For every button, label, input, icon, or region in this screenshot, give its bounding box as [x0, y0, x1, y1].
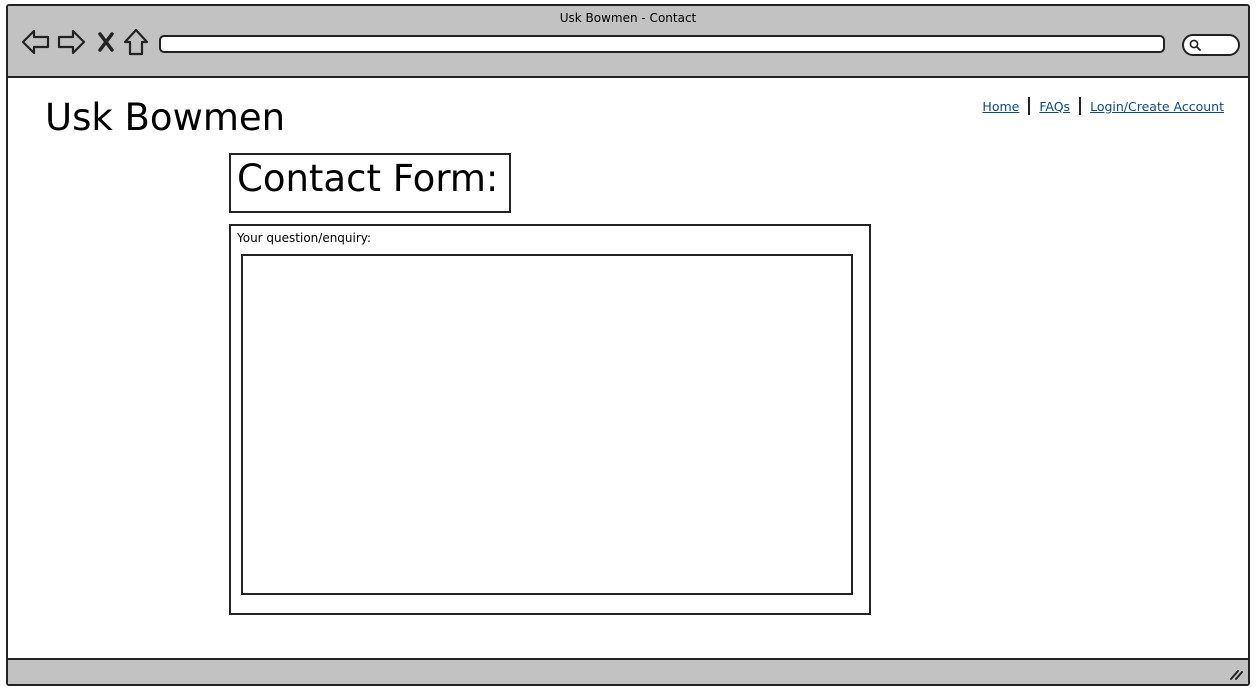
- window-title: Usk Bowmen - Contact: [559, 11, 697, 25]
- question-label: Your question/enquiry:: [237, 231, 372, 245]
- site-title: Usk Bowmen: [45, 96, 286, 139]
- stop-icon[interactable]: [90, 26, 122, 58]
- nav-link-home[interactable]: Home: [982, 99, 1019, 114]
- contact-form-panel: Your question/enquiry:: [229, 224, 871, 615]
- question-textarea[interactable]: [241, 254, 853, 595]
- nav-separator: [1079, 97, 1082, 115]
- search-icon: [1189, 39, 1201, 51]
- resize-grip-icon[interactable]: [1228, 667, 1244, 681]
- browser-statusbar: [8, 658, 1248, 684]
- address-bar[interactable]: [159, 35, 1165, 53]
- browser-window: Usk Bowmen - Contact Usk Bowmen Home FAQ…: [6, 4, 1250, 686]
- nav-separator: [1028, 97, 1031, 115]
- top-navigation: Home FAQs Login/Create Account: [982, 97, 1224, 115]
- nav-link-login[interactable]: Login/Create Account: [1090, 99, 1224, 114]
- nav-link-faqs[interactable]: FAQs: [1039, 99, 1070, 114]
- search-field[interactable]: [1182, 34, 1240, 56]
- contact-heading-box: Contact Form:: [229, 153, 511, 213]
- forward-arrow-icon[interactable]: [55, 26, 87, 58]
- home-icon[interactable]: [120, 26, 152, 58]
- contact-heading: Contact Form:: [237, 157, 499, 200]
- back-arrow-icon[interactable]: [20, 26, 52, 58]
- browser-titlebar: Usk Bowmen - Contact: [8, 6, 1248, 78]
